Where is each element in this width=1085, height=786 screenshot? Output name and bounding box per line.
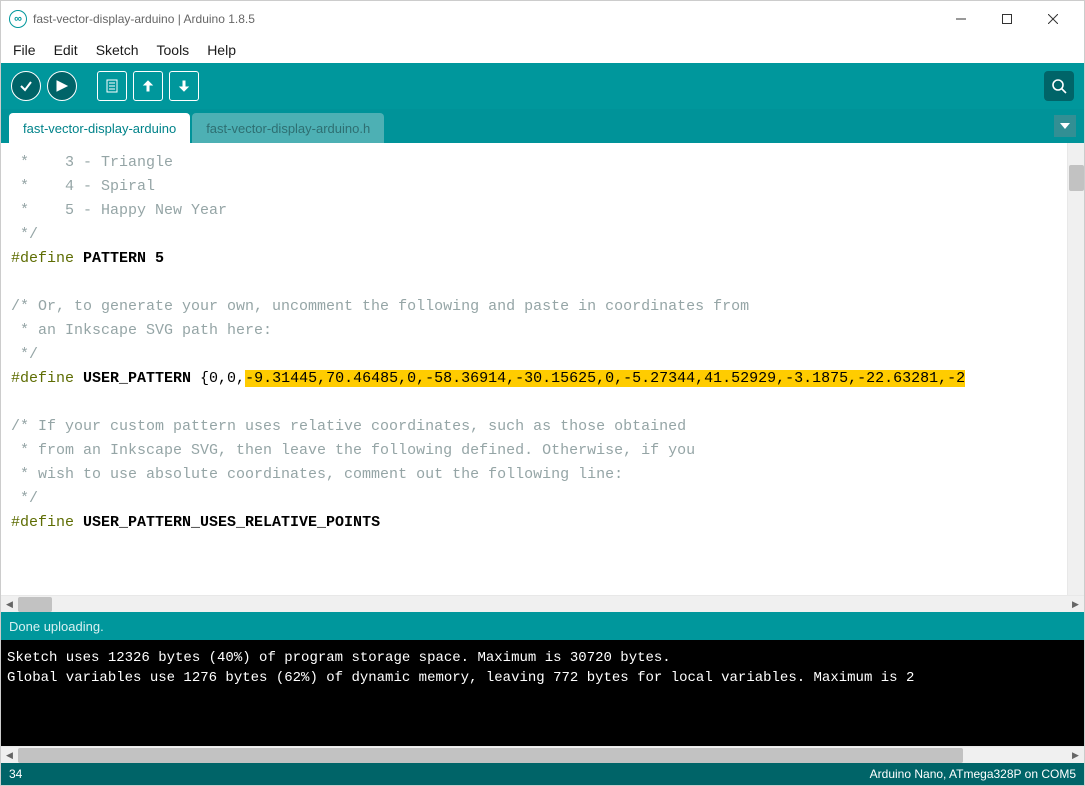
new-sketch-button[interactable] (97, 71, 127, 101)
tab-menu-button[interactable] (1054, 115, 1076, 137)
scrollbar-thumb[interactable] (18, 748, 963, 763)
save-button[interactable] (169, 71, 199, 101)
maximize-button[interactable] (984, 1, 1030, 37)
scrollbar-thumb[interactable] (1069, 165, 1084, 191)
menu-tools[interactable]: Tools (149, 40, 198, 60)
code-editor-content[interactable]: * 3 - Triangle * 4 - Spiral * 5 - Happy … (1, 143, 1067, 595)
close-button[interactable] (1030, 1, 1076, 37)
console-line: Sketch uses 12326 bytes (40%) of program… (7, 650, 671, 666)
menubar: File Edit Sketch Tools Help (1, 37, 1084, 63)
menu-edit[interactable]: Edit (46, 40, 86, 60)
minimize-button[interactable] (938, 1, 984, 37)
menu-file[interactable]: File (5, 40, 44, 60)
status-text: Done uploading. (9, 619, 104, 634)
editor-horizontal-scrollbar[interactable]: ◀ ▶ (1, 595, 1084, 612)
status-bar: Done uploading. (1, 612, 1084, 640)
serial-monitor-button[interactable] (1044, 71, 1074, 101)
console-horizontal-scrollbar[interactable]: ◀ ▶ (1, 746, 1084, 763)
footer-bar: 34 Arduino Nano, ATmega328P on COM5 (1, 763, 1084, 785)
upload-button[interactable] (47, 71, 77, 101)
console-line: Global variables use 1276 bytes (62%) of… (7, 670, 914, 686)
scrollbar-thumb[interactable] (18, 597, 52, 612)
arduino-app-icon: ∞ (9, 10, 27, 28)
window-title: fast-vector-display-arduino | Arduino 1.… (33, 12, 255, 26)
verify-button[interactable] (11, 71, 41, 101)
scroll-right-icon[interactable]: ▶ (1067, 747, 1084, 764)
scroll-right-icon[interactable]: ▶ (1067, 596, 1084, 613)
menu-help[interactable]: Help (199, 40, 244, 60)
editor-vertical-scrollbar[interactable] (1067, 143, 1084, 595)
board-info: Arduino Nano, ATmega328P on COM5 (870, 767, 1076, 781)
menu-sketch[interactable]: Sketch (88, 40, 147, 60)
tab-header-file[interactable]: fast-vector-display-arduino.h (192, 113, 384, 143)
open-button[interactable] (133, 71, 163, 101)
output-console[interactable]: Sketch uses 12326 bytes (40%) of program… (1, 640, 1084, 746)
scroll-left-icon[interactable]: ◀ (1, 747, 18, 764)
scroll-left-icon[interactable]: ◀ (1, 596, 18, 613)
window-titlebar: ∞ fast-vector-display-arduino | Arduino … (1, 1, 1084, 37)
tab-main-sketch[interactable]: fast-vector-display-arduino (9, 113, 190, 143)
line-number: 34 (9, 767, 22, 781)
toolbar (1, 63, 1084, 109)
tab-strip: fast-vector-display-arduino fast-vector-… (1, 109, 1084, 143)
code-editor[interactable]: * 3 - Triangle * 4 - Spiral * 5 - Happy … (1, 143, 1084, 595)
